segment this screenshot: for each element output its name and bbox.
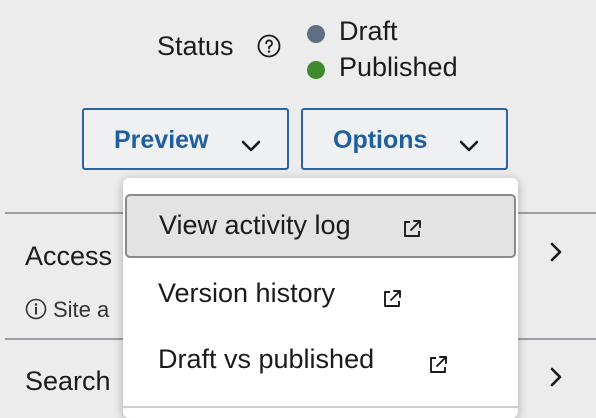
status-published-label: Published (339, 52, 458, 82)
chevron-down-icon (459, 140, 479, 152)
menu-divider (123, 406, 518, 408)
draft-status-dot (307, 25, 325, 43)
menu-item-label: Version history (158, 278, 336, 308)
options-button-label: Options (333, 126, 428, 154)
external-link-icon (430, 356, 447, 373)
external-link-icon (404, 220, 421, 237)
info-row: Site a (25, 297, 109, 323)
chevron-right-icon[interactable] (549, 366, 563, 388)
menu-item-version-history[interactable]: Version history (123, 262, 518, 328)
menu-item-view-activity-log[interactable]: View activity log (125, 194, 516, 258)
external-link-icon (384, 290, 401, 307)
menu-item-label: View activity log (159, 210, 351, 240)
preview-button[interactable]: Preview (82, 108, 289, 170)
options-button[interactable]: Options (301, 108, 508, 170)
chevron-down-icon (241, 140, 261, 152)
menu-item-draft-vs-published[interactable]: Draft vs published (123, 328, 518, 394)
menu-item-label: Draft vs published (158, 344, 375, 374)
section-access-label[interactable]: Access (25, 241, 112, 272)
preview-button-label: Preview (114, 126, 209, 154)
status-draft-label: Draft (339, 16, 398, 46)
section-search-label[interactable]: Search (25, 366, 111, 397)
options-dropdown-menu: View activity log Version history Draft … (123, 178, 518, 418)
chevron-right-icon[interactable] (549, 241, 563, 263)
info-circle-icon (25, 298, 47, 320)
info-text: Site a (53, 297, 110, 322)
published-status-dot (307, 61, 325, 79)
status-label: Status (157, 31, 234, 61)
question-circle-icon[interactable] (257, 34, 281, 58)
